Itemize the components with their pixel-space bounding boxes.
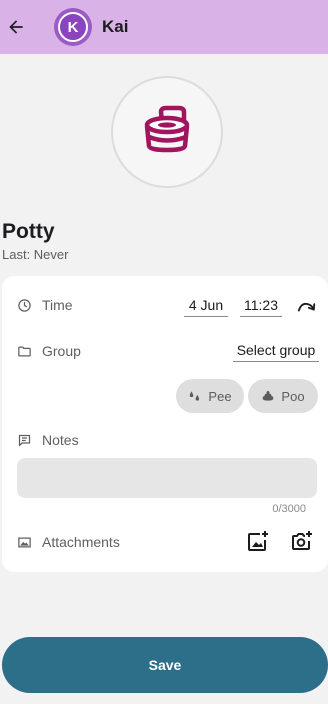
comment-icon <box>18 434 31 446</box>
notes-row: Notes <box>17 432 79 448</box>
add-camera-icon <box>292 531 312 550</box>
potty-icon <box>144 105 190 153</box>
poo-chip[interactable]: Poo <box>248 379 318 413</box>
redo-arrow-icon <box>297 302 316 312</box>
time-label: Time <box>42 297 73 313</box>
notes-input[interactable] <box>17 458 317 498</box>
attachments-row: Attachments <box>17 534 120 550</box>
image-icon <box>18 537 31 547</box>
avatar-button[interactable]: K <box>54 8 92 46</box>
notes-char-counter: 0/3000 <box>272 503 306 515</box>
time-row: Time <box>17 297 73 313</box>
avatar: K <box>58 12 88 42</box>
last-entry-text: Last: Never <box>2 247 69 262</box>
arrow-back-icon <box>9 20 23 34</box>
folder-icon <box>18 346 31 356</box>
back-button[interactable] <box>2 13 30 41</box>
pee-chip[interactable]: Pee <box>176 379 244 413</box>
take-photo-button[interactable] <box>290 529 314 553</box>
page-title: Potty <box>2 220 55 243</box>
poo-icon <box>263 390 274 401</box>
droplets-icon <box>190 391 200 401</box>
pee-chip-label: Pee <box>208 388 232 404</box>
clock-icon <box>18 298 31 312</box>
activity-icon-circle <box>111 76 223 188</box>
poo-chip-label: Poo <box>281 388 305 404</box>
add-end-time-button[interactable] <box>296 296 318 316</box>
save-button[interactable]: Save <box>2 637 328 693</box>
add-photo-button[interactable] <box>246 529 270 553</box>
group-label: Group <box>42 343 81 359</box>
group-select[interactable]: Select group <box>233 342 319 362</box>
app-bar: K Kai <box>0 0 328 54</box>
attachments-label: Attachments <box>42 534 120 550</box>
time-picker[interactable]: 11:23 <box>240 297 282 317</box>
entry-form-card: Time 4 Jun 11:23 Group Select group Pee … <box>2 276 328 572</box>
date-picker[interactable]: 4 Jun <box>184 297 228 317</box>
notes-label: Notes <box>42 432 79 448</box>
add-photo-icon <box>248 531 268 551</box>
child-name: Kai <box>102 17 129 36</box>
group-row: Group <box>17 343 81 359</box>
